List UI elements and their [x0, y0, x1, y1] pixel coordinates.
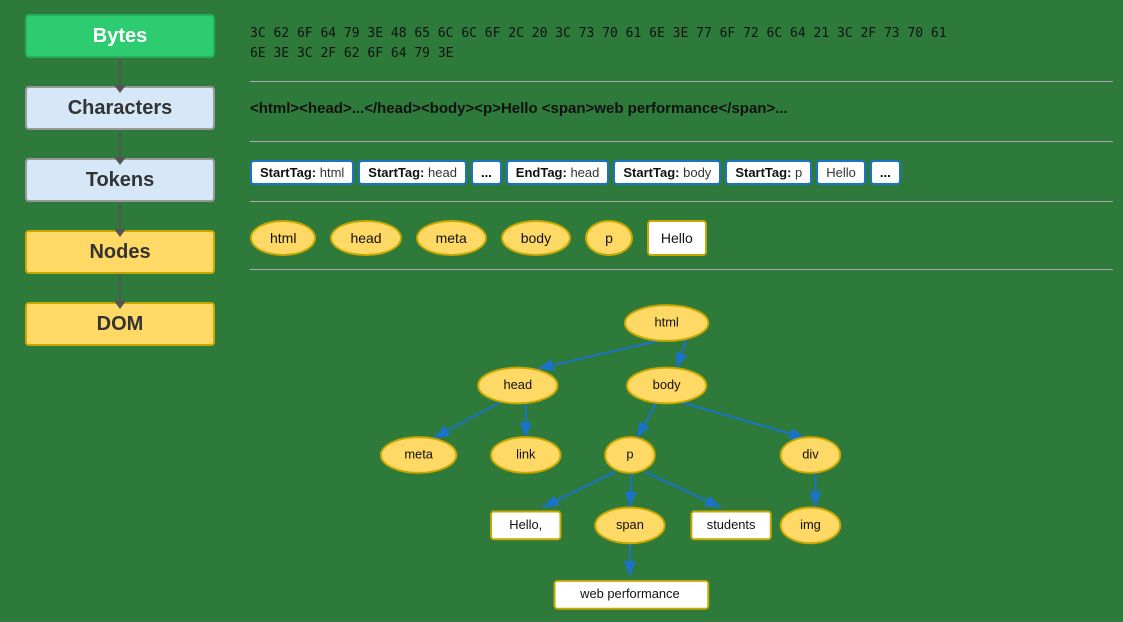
bytes-text: 3C 62 6F 64 79 3E 48 65 6C 6C 6F 2C 20 3… [250, 14, 1113, 63]
dom-node-head-label: head [503, 377, 532, 392]
left-panel: Bytes Characters Tokens Nodes DOM [0, 0, 240, 622]
token-ellipsis-1: ... [471, 160, 502, 185]
dom-section: html head body meta link p div [250, 278, 1113, 622]
node-head: head [330, 220, 401, 256]
arrow-bytes-to-chars [119, 58, 121, 86]
node-p: p [585, 220, 633, 256]
edge-p-span [630, 472, 632, 508]
chars-text: <html><head>...</head><body><p>Hello <sp… [250, 90, 1113, 117]
dom-node-img-label: img [800, 517, 821, 532]
nodes-section: html head meta body p Hello [250, 210, 1113, 270]
token-endtag-head: EndTag: head [506, 160, 610, 185]
edge-p-students [645, 472, 721, 508]
edge-html-head [538, 339, 667, 369]
edge-body-div [682, 402, 806, 438]
token-hello: Hello [816, 160, 866, 185]
bytes-line2: 6E 3E 3C 2F 62 6F 64 79 3E [250, 46, 454, 61]
edge-html-body [677, 339, 687, 369]
token-starttag-body: StartTag: body [613, 160, 721, 185]
token-ellipsis-2: ... [870, 160, 901, 185]
node-meta: meta [416, 220, 487, 256]
nodes-row: html head meta body p Hello [250, 210, 1113, 256]
arrow-nodes-to-dom [119, 274, 121, 302]
bytes-section: 3C 62 6F 64 79 3E 48 65 6C 6C 6F 2C 20 3… [250, 14, 1113, 82]
dom-svg: html head body meta link p div [250, 278, 1113, 622]
token-starttag-html: StartTag: html [250, 160, 354, 185]
dom-node-p-label: p [626, 446, 633, 461]
right-panel: 3C 62 6F 64 79 3E 48 65 6C 6C 6F 2C 20 3… [240, 0, 1123, 622]
tokens-row: StartTag: html StartTag: head ... EndTag… [250, 150, 1113, 185]
arrow-chars-to-tokens [119, 130, 121, 158]
token-starttag-head: StartTag: head [358, 160, 467, 185]
stage-bytes: Bytes [25, 14, 215, 58]
dom-node-students-label: students [707, 517, 756, 532]
main-container: Bytes Characters Tokens Nodes DOM 3C 62 … [0, 0, 1123, 622]
node-html: html [250, 220, 316, 256]
arrow-tokens-to-nodes [119, 202, 121, 230]
dom-node-body-label: body [653, 377, 681, 392]
edge-body-p [637, 402, 657, 438]
node-body: body [501, 220, 571, 256]
chars-section: <html><head>...</head><body><p>Hello <sp… [250, 90, 1113, 142]
edge-p-hello [543, 472, 615, 508]
dom-node-link-label: link [516, 446, 536, 461]
dom-node-span-label: span [616, 517, 644, 532]
dom-node-html-label: html [654, 314, 678, 329]
chars-bold: <html><head>...</head><body><p>Hello <sp… [250, 100, 788, 117]
dom-node-meta-label: meta [404, 446, 433, 461]
token-starttag-p: StartTag: p [725, 160, 812, 185]
bytes-line1: 3C 62 6F 64 79 3E 48 65 6C 6C 6F 2C 20 3… [250, 26, 947, 41]
dom-node-div-label: div [802, 446, 819, 461]
dom-node-hello-comma-label: Hello, [509, 517, 542, 532]
tokens-section: StartTag: html StartTag: head ... EndTag… [250, 150, 1113, 202]
node-hello-text: Hello [647, 220, 707, 256]
edge-head-meta [434, 402, 500, 438]
dom-node-web-performance-label: web performance [579, 586, 679, 601]
